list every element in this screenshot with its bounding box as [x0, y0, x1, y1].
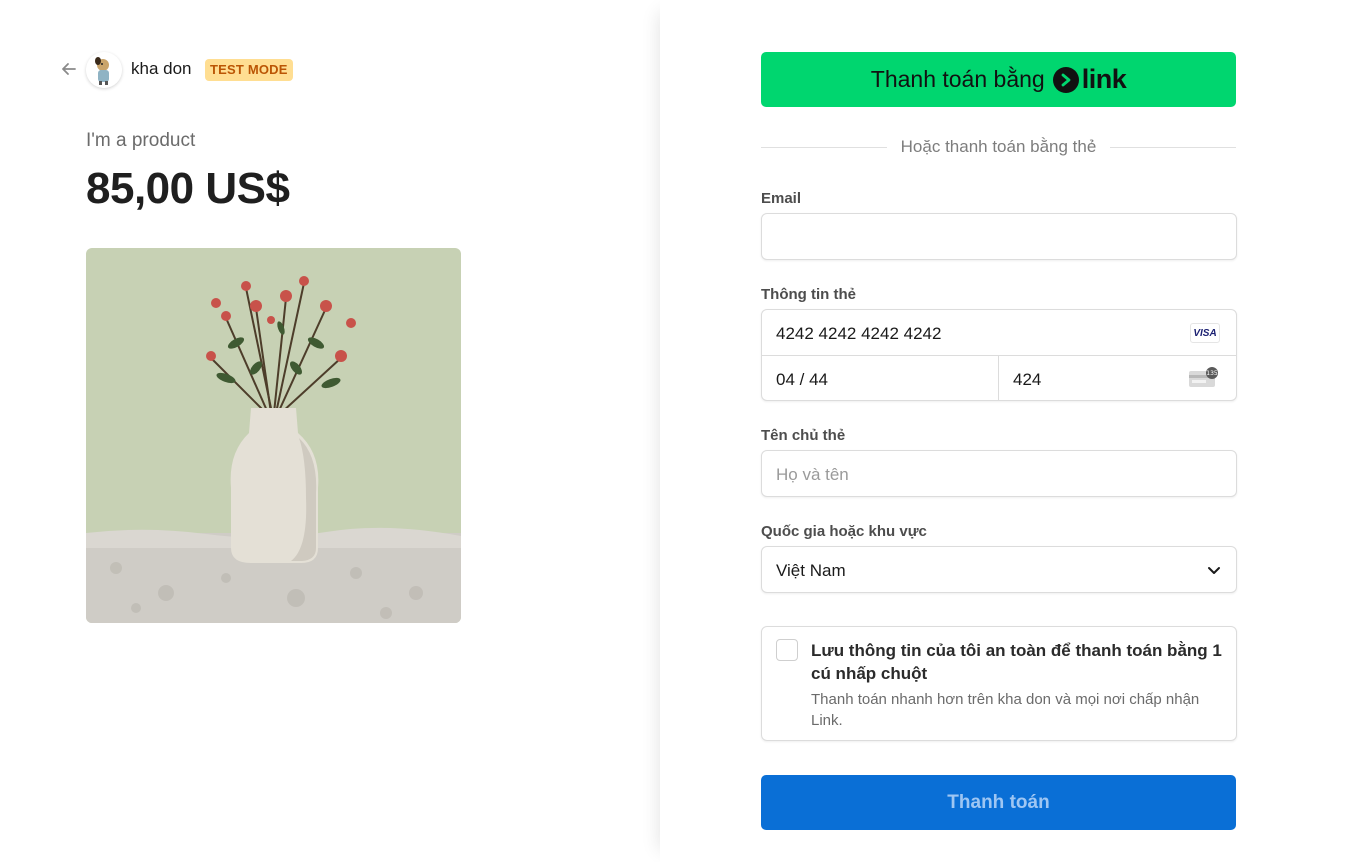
- card-number-field[interactable]: 4242 4242 4242 4242: [776, 324, 941, 344]
- save-info-description: Thanh toán nhanh hơn trên kha don và mọi…: [811, 691, 1200, 729]
- card-cvc-field[interactable]: 424: [1013, 370, 1041, 390]
- chevron-down-icon: [1206, 562, 1222, 578]
- country-label: Quốc gia hoặc khu vực: [761, 523, 927, 540]
- cvc-icon-text: 135: [1206, 370, 1218, 377]
- product-image: [86, 248, 461, 623]
- email-label: Email: [761, 190, 802, 207]
- product-price: 85,00 US$: [86, 164, 290, 213]
- card-info-label: Thông tin thẻ: [761, 286, 856, 303]
- pay-button-label: Thanh toán: [947, 791, 1050, 813]
- link-logo-icon: [1052, 66, 1079, 93]
- card-info-group: 4242 4242 4242 4242 VISA 04 / 44 424 135: [761, 309, 1237, 401]
- save-info-checkbox[interactable]: [776, 639, 798, 661]
- link-button-label: Thanh toán bằng: [870, 66, 1045, 92]
- link-logo: link: [1052, 64, 1127, 95]
- country-select[interactable]: Việt Nam: [761, 546, 1237, 593]
- save-info-box: Lưu thông tin của tôi an toàn để thanh t…: [761, 626, 1237, 741]
- cardholder-label: Tên chủ thẻ: [761, 427, 846, 444]
- test-mode-badge: TEST MODE: [205, 59, 293, 81]
- merchant-avatar: [86, 52, 122, 88]
- back-arrow-icon[interactable]: [58, 58, 80, 80]
- order-summary-pane: kha don TEST MODE I'm a product 85,00 US…: [0, 0, 660, 862]
- product-name: I'm a product: [86, 130, 196, 151]
- merchant-name: kha don: [131, 59, 192, 78]
- cardholder-name-field[interactable]: Họ và tên: [761, 450, 1237, 497]
- cardholder-placeholder: Họ và tên: [776, 465, 849, 484]
- link-logo-word: link: [1081, 64, 1127, 94]
- card-expiry-field[interactable]: 04 / 44: [776, 370, 828, 390]
- country-selected-value: Việt Nam: [776, 561, 846, 580]
- cvc-card-icon: 135: [1189, 367, 1219, 389]
- pay-with-link-button[interactable]: Thanh toán bằng link: [761, 52, 1236, 107]
- save-info-title: Lưu thông tin của tôi an toàn để thanh t…: [811, 641, 1222, 683]
- pay-button[interactable]: Thanh toán: [761, 775, 1236, 830]
- visa-icon: VISA: [1190, 323, 1220, 343]
- pay-with-card-divider: Hoặc thanh toán bằng thẻ: [761, 136, 1236, 158]
- email-field[interactable]: [761, 213, 1237, 260]
